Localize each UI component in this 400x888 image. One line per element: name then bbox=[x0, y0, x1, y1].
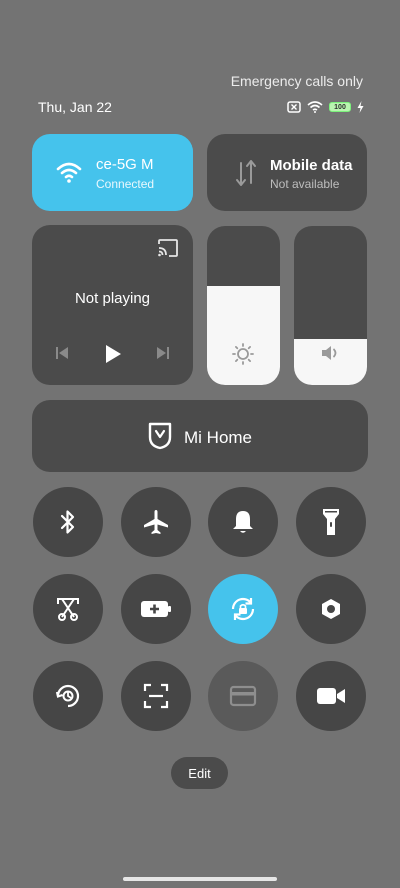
hexagon-icon bbox=[322, 599, 340, 619]
video-camera-toggle[interactable] bbox=[296, 661, 366, 731]
reading-mode-icon bbox=[55, 684, 80, 708]
mi-home-tile[interactable]: Mi Home bbox=[32, 400, 368, 472]
mi-home-label: Mi Home bbox=[184, 428, 253, 447]
card-icon bbox=[229, 685, 257, 707]
battery-saver-icon bbox=[141, 601, 171, 617]
settings-shortcut-toggle[interactable] bbox=[296, 574, 366, 644]
wifi-name-fade bbox=[157, 134, 193, 211]
scanner-icon bbox=[143, 683, 169, 709]
flashlight-icon bbox=[323, 509, 339, 535]
no-sim-icon bbox=[287, 101, 301, 113]
card-toggle[interactable] bbox=[208, 661, 278, 731]
wifi-status: Connected bbox=[96, 177, 155, 191]
volume-slider[interactable] bbox=[294, 226, 367, 385]
wifi-icon bbox=[56, 162, 82, 183]
screenshot-toggle[interactable] bbox=[33, 574, 103, 644]
flashlight-toggle[interactable] bbox=[296, 487, 366, 557]
airplane-mode-toggle[interactable] bbox=[121, 487, 191, 557]
speaker-icon bbox=[322, 346, 337, 360]
battery-icon: 100 bbox=[329, 102, 351, 112]
brightness-fill bbox=[207, 286, 280, 385]
wifi-tile[interactable]: ce-5G M Connected bbox=[32, 134, 193, 211]
video-camera-icon bbox=[317, 688, 345, 704]
mobile-data-arrows-icon bbox=[236, 160, 256, 186]
brightness-icon bbox=[232, 343, 254, 365]
reading-mode-toggle[interactable] bbox=[33, 661, 103, 731]
edit-button[interactable]: Edit bbox=[171, 757, 228, 789]
mobile-data-tile[interactable]: Mobile data Not available bbox=[207, 134, 367, 211]
mobile-data-status: Not available bbox=[270, 177, 340, 191]
previous-track-icon[interactable] bbox=[55, 346, 69, 360]
notification-toggle[interactable] bbox=[208, 487, 278, 557]
date-label: Thu, Jan 22 bbox=[38, 99, 112, 115]
scanner-toggle[interactable] bbox=[121, 661, 191, 731]
media-player-tile: Not playing bbox=[32, 225, 193, 385]
home-indicator[interactable] bbox=[123, 877, 277, 881]
bluetooth-toggle[interactable] bbox=[33, 487, 103, 557]
mi-home-icon bbox=[148, 422, 172, 450]
next-track-icon[interactable] bbox=[156, 346, 170, 360]
battery-saver-toggle[interactable] bbox=[121, 574, 191, 644]
bluetooth-icon bbox=[60, 510, 75, 534]
cast-icon[interactable] bbox=[157, 239, 179, 257]
rotation-lock-toggle[interactable] bbox=[208, 574, 278, 644]
media-status: Not playing bbox=[74, 290, 151, 307]
charging-bolt-icon bbox=[357, 101, 364, 113]
airplane-icon bbox=[144, 510, 168, 534]
emergency-calls-text: Emergency calls only bbox=[230, 73, 363, 89]
status-icons: 100 bbox=[287, 100, 364, 114]
brightness-slider[interactable] bbox=[207, 226, 280, 385]
screenshot-icon bbox=[57, 598, 79, 621]
mobile-data-title: Mobile data bbox=[270, 157, 353, 174]
bell-icon bbox=[233, 511, 253, 533]
rotation-lock-icon bbox=[231, 597, 255, 621]
play-icon[interactable] bbox=[104, 344, 122, 364]
wifi-signal-icon bbox=[307, 101, 323, 113]
wifi-network-name: ce-5G M bbox=[96, 156, 154, 173]
